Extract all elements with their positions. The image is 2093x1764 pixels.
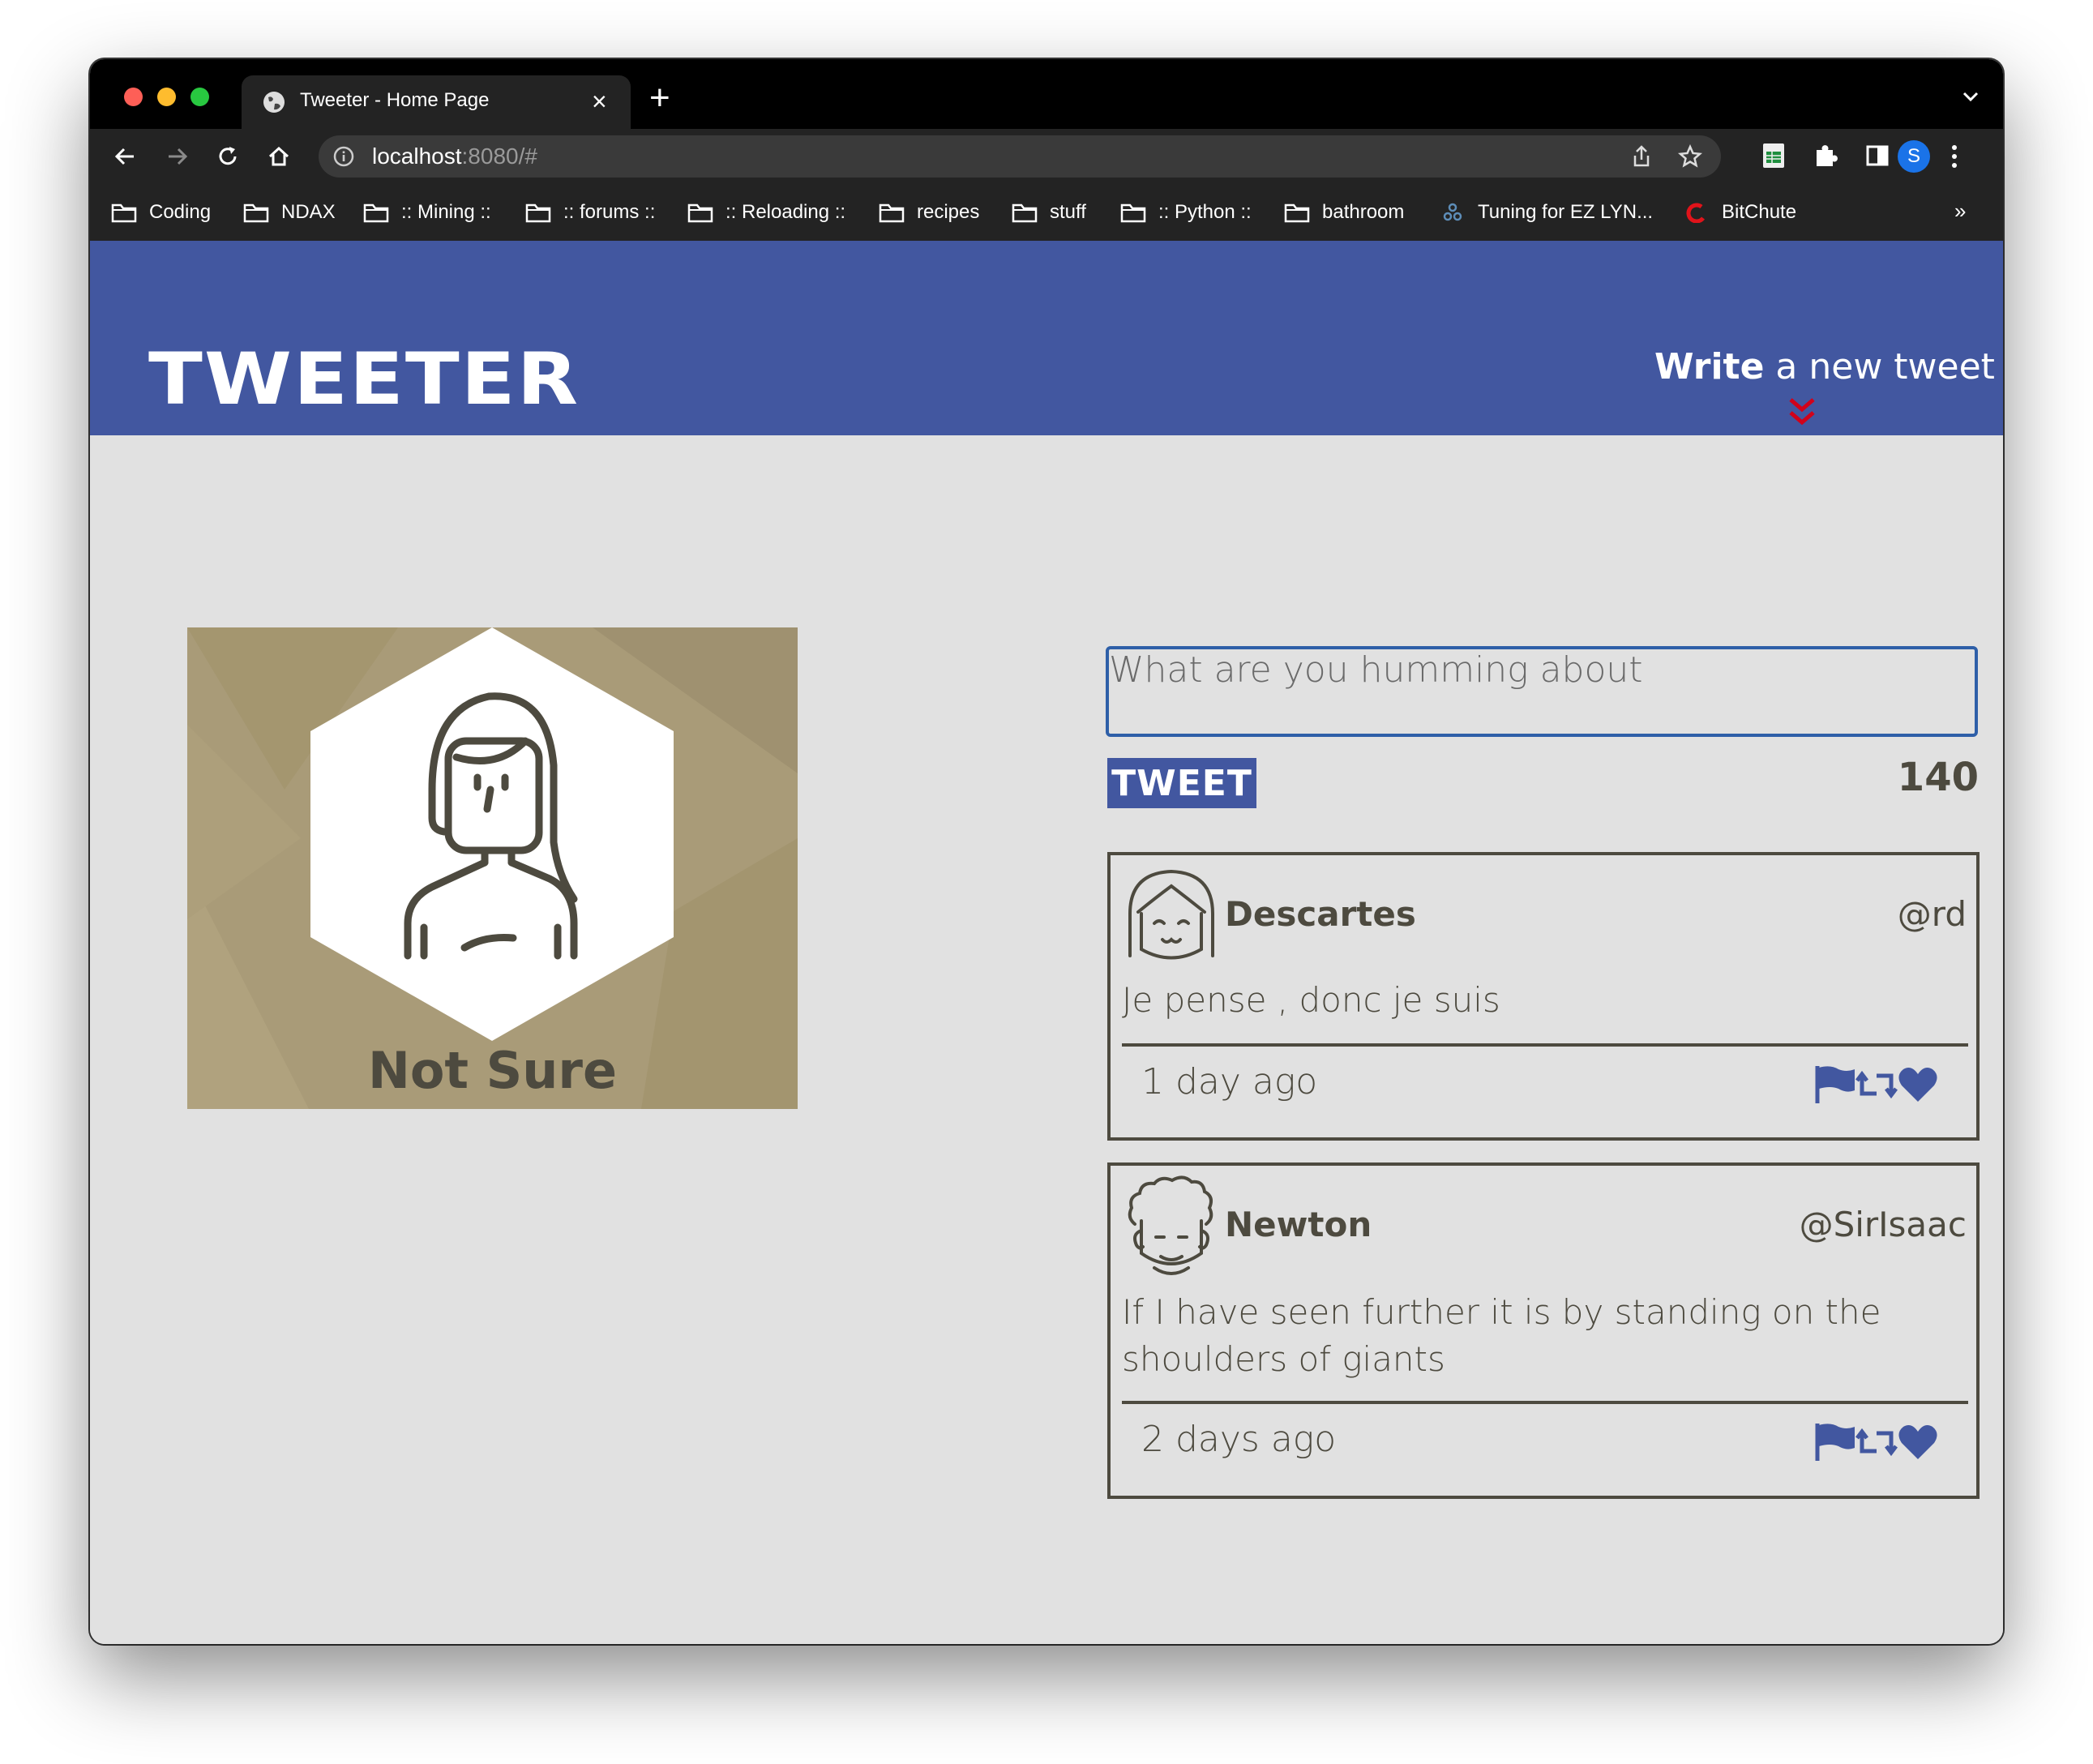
bookmark-label: :: Reloading :: bbox=[725, 201, 846, 223]
bookmark-item[interactable]: NDAX bbox=[243, 199, 336, 226]
tweet-compose-input[interactable] bbox=[1106, 646, 1978, 737]
extensions-puzzle-icon[interactable] bbox=[1810, 140, 1841, 171]
tab-title: Tweeter - Home Page bbox=[300, 89, 490, 111]
folder-icon bbox=[111, 202, 149, 223]
bookmark-item[interactable]: Coding bbox=[111, 199, 211, 226]
write-new-tweet-link[interactable]: Write a new tweet bbox=[1654, 346, 1995, 387]
tweet-divider bbox=[1122, 1401, 1968, 1404]
bookmark-item[interactable]: BitChute bbox=[1684, 199, 1796, 226]
bookmark-label: BitChute bbox=[1722, 201, 1797, 223]
bookmark-label: Coding bbox=[149, 201, 212, 223]
bookmark-label: Tuning for EZ LYN... bbox=[1478, 201, 1654, 223]
curly-hair-avatar-icon bbox=[1128, 1175, 1213, 1275]
tweet-text: Je pense , donc je suis bbox=[1122, 980, 1500, 1020]
bitchute-logo-icon bbox=[1684, 202, 1722, 223]
folder-icon bbox=[1120, 202, 1158, 223]
globe-icon bbox=[263, 92, 285, 113]
url-text[interactable]: localhost:8080/# bbox=[372, 143, 537, 169]
bookmark-item[interactable]: stuff bbox=[1012, 199, 1086, 226]
write-label-bold: Write bbox=[1654, 346, 1765, 387]
new-tab-button[interactable]: + bbox=[649, 80, 670, 116]
bookmark-item[interactable]: :: Mining :: bbox=[363, 199, 491, 226]
bookmarks-bar: Coding NDAX:: Mining :::: forums :::: Rel… bbox=[90, 184, 2003, 241]
bookmark-label: NDAX bbox=[281, 201, 336, 223]
tweet-divider bbox=[1122, 1043, 1968, 1047]
folder-icon bbox=[1012, 202, 1050, 223]
share-icon[interactable] bbox=[1629, 143, 1654, 169]
profile-name: Not Sure bbox=[367, 1041, 618, 1100]
address-bar[interactable]: localhost:8080/# bbox=[319, 135, 1721, 178]
maximize-window-button[interactable] bbox=[190, 88, 209, 106]
bookmark-item[interactable]: bathroom bbox=[1284, 199, 1404, 226]
heart-icon[interactable] bbox=[1897, 1064, 1939, 1105]
tweet-card: Descartes @rd Je pense , donc je suis 1 … bbox=[1107, 852, 1980, 1141]
retweet-icon[interactable] bbox=[1855, 1422, 1898, 1462]
tweet-author-name[interactable]: Descartes bbox=[1225, 894, 1416, 934]
tweet-author-handle[interactable]: @rd bbox=[1898, 894, 1967, 934]
back-arrow-icon[interactable] bbox=[111, 142, 140, 171]
bookmark-item[interactable]: recipes bbox=[879, 199, 979, 226]
folder-icon bbox=[243, 202, 281, 223]
retweet-icon[interactable] bbox=[1855, 1064, 1898, 1105]
minimize-window-button[interactable] bbox=[157, 88, 176, 106]
write-label-rest: a new tweet bbox=[1764, 346, 1995, 387]
browser-toolbar: localhost:8080/# S bbox=[90, 129, 2003, 184]
tweet-text: If I have seen further it is by standing… bbox=[1122, 1292, 1881, 1379]
tweet-author-handle[interactable]: @SirIsaac bbox=[1800, 1205, 1967, 1244]
bookmark-item[interactable]: :: Python :: bbox=[1120, 199, 1252, 226]
tweet-card: Newton @SirIsaac If I have seen further … bbox=[1107, 1162, 1980, 1499]
bookmark-label: :: Python :: bbox=[1158, 201, 1252, 223]
tweet-button[interactable]: TWEET bbox=[1107, 758, 1256, 808]
bookmark-item[interactable]: :: forums :: bbox=[525, 199, 655, 226]
forward-arrow-icon[interactable] bbox=[162, 142, 191, 171]
molecule-icon bbox=[1440, 202, 1478, 223]
folder-icon bbox=[687, 202, 725, 223]
character-counter: 140 bbox=[1897, 755, 1979, 800]
woman-avatar-icon bbox=[310, 627, 674, 1041]
heart-icon[interactable] bbox=[1897, 1422, 1939, 1462]
bookmark-item[interactable]: Tuning for EZ LYN... bbox=[1440, 199, 1653, 226]
folder-icon bbox=[1284, 202, 1322, 223]
tab-strip: Tweeter - Home Page × + bbox=[90, 59, 2003, 129]
bookmarks-overflow-button[interactable]: » bbox=[1954, 199, 1966, 224]
girl-avatar-icon bbox=[1128, 869, 1214, 960]
flag-icon[interactable] bbox=[1814, 1064, 1856, 1105]
bookmark-star-icon[interactable] bbox=[1677, 143, 1703, 169]
url-path: :8080/# bbox=[461, 143, 537, 169]
folder-icon bbox=[363, 202, 401, 223]
bookmark-label: stuff bbox=[1050, 201, 1086, 223]
browser-menu-icon[interactable] bbox=[1946, 140, 1962, 173]
tab-search-chevron-icon[interactable] bbox=[1959, 85, 1982, 108]
tweet-timestamp: 1 day ago bbox=[1141, 1061, 1318, 1102]
app-header: TWEETER Write a new tweet bbox=[90, 241, 2003, 435]
bookmark-label: bathroom bbox=[1322, 201, 1405, 223]
tweet-author-name[interactable]: Newton bbox=[1225, 1205, 1372, 1244]
browser-tab[interactable]: Tweeter - Home Page × bbox=[242, 75, 631, 129]
web-page: TWEETER Write a new tweet Not Sure What … bbox=[90, 241, 2003, 1644]
folder-icon bbox=[525, 202, 563, 223]
browser-window: Tweeter - Home Page × + localhost:8080/# bbox=[90, 59, 2003, 1644]
side-panel-icon[interactable] bbox=[1862, 140, 1893, 171]
site-info-icon[interactable] bbox=[332, 144, 356, 169]
tab-close-icon[interactable]: × bbox=[592, 85, 607, 118]
bookmark-item[interactable]: :: Reloading :: bbox=[687, 199, 845, 226]
bookmark-label: :: forums :: bbox=[563, 201, 656, 223]
profile-card: Not Sure bbox=[187, 627, 798, 1109]
flag-icon[interactable] bbox=[1814, 1422, 1856, 1462]
sheets-extension-icon[interactable] bbox=[1758, 140, 1789, 171]
folder-icon bbox=[879, 202, 917, 223]
url-host: localhost bbox=[372, 143, 462, 169]
app-logo[interactable]: TWEETER bbox=[148, 338, 580, 422]
close-window-button[interactable] bbox=[124, 88, 143, 106]
tweet-timestamp: 2 days ago bbox=[1141, 1419, 1337, 1460]
bookmark-label: recipes bbox=[917, 201, 980, 223]
reload-icon[interactable] bbox=[213, 142, 242, 171]
double-chevron-down-icon[interactable] bbox=[1784, 395, 1820, 430]
profile-avatar[interactable]: S bbox=[1898, 140, 1930, 173]
bookmark-label: :: Mining :: bbox=[401, 201, 491, 223]
home-icon[interactable] bbox=[264, 142, 293, 171]
